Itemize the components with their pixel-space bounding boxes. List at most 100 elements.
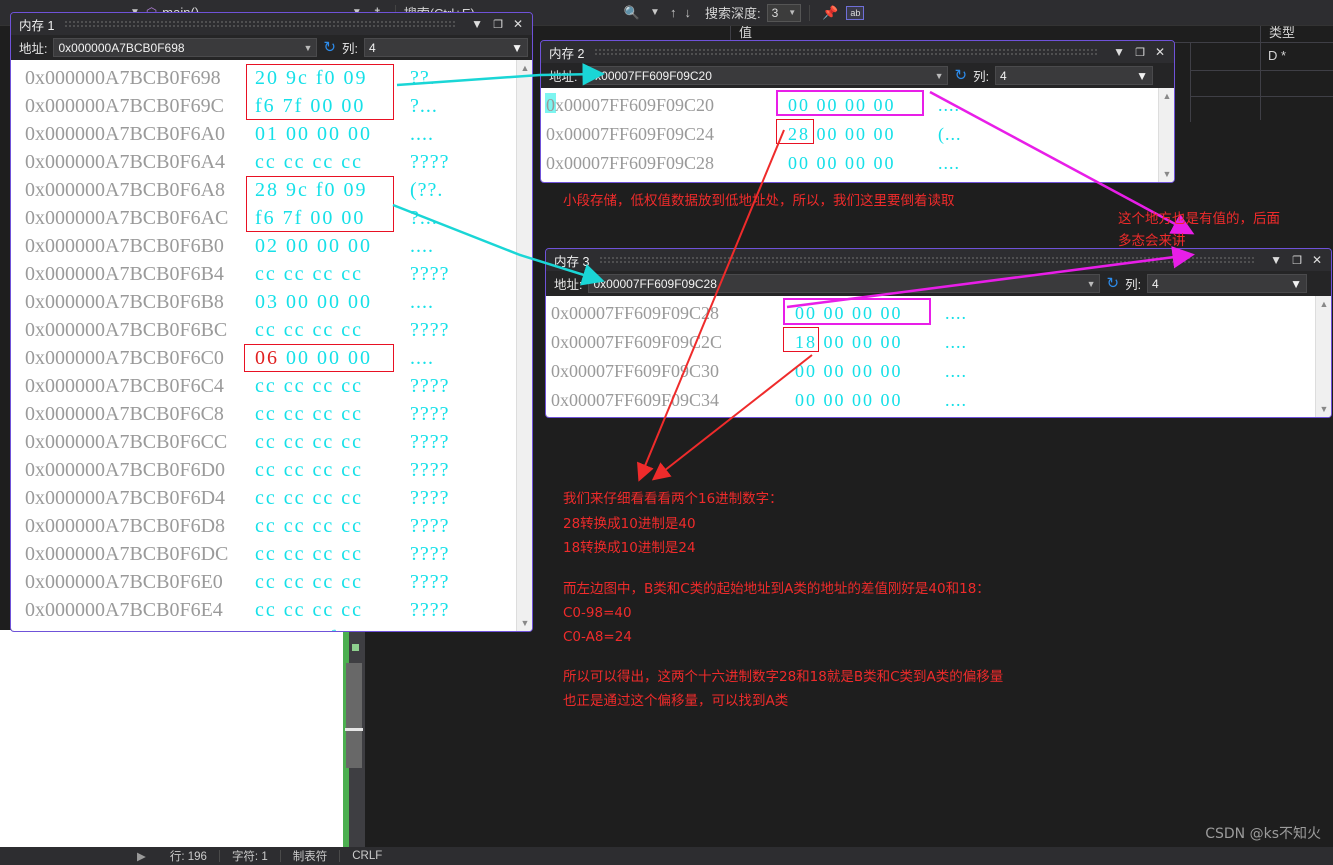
chevron-down-icon[interactable]: ▼ xyxy=(303,43,312,53)
memory-row[interactable]: 0x00007FF609F09C28 00 00 00 00.... xyxy=(546,149,962,178)
memory-row-hex[interactable]: cc cc cc cc xyxy=(255,428,410,456)
memory-row[interactable]: 0x000000A7BCB0F6B8 03 00 00 00.... xyxy=(25,288,450,316)
column-input-2[interactable]: 4 ▼ xyxy=(995,66,1154,85)
memory-row-hex[interactable]: 00 00 00 00 xyxy=(795,357,945,386)
arrow-down-icon[interactable]: ↓ xyxy=(680,5,695,20)
window-drag-grip[interactable] xyxy=(64,19,457,29)
memory-row-hex[interactable]: 03 00 00 00 xyxy=(255,288,410,316)
memory-2-scrollbar[interactable]: ▲ ▼ xyxy=(1158,88,1174,182)
memory-row-hex[interactable]: cc cc cc cc xyxy=(255,456,410,484)
memory-row-hex[interactable]: cc cc cc cc xyxy=(255,372,410,400)
arrow-up-icon[interactable]: ↑ xyxy=(666,5,681,20)
memory-row-hex[interactable]: f6 7f 00 00 xyxy=(255,204,410,232)
memory-row[interactable]: 0x000000A7BCB0F6E804 00 7f 0c?? xyxy=(25,624,450,631)
memory-window-3-body[interactable]: 0x00007FF609F09C28 00 00 00 00.... 0x00007… xyxy=(546,296,1331,417)
window-menu-icon[interactable]: ▼ xyxy=(1108,45,1130,59)
memory-row[interactable]: 0x00007FF609F09C28 00 00 00 00.... xyxy=(551,299,967,328)
memory-row-hex[interactable]: cc cc cc cc xyxy=(255,260,410,288)
memory-row-hex[interactable]: 04 00 7f 0c xyxy=(255,624,410,631)
column-input-1[interactable]: 4 ▼ xyxy=(363,38,528,57)
address-input-3[interactable]: 0x00007FF609F09C28 ▼ xyxy=(588,274,1101,293)
memory-row[interactable]: 0x00007FF609F09C3800 00 00 00 xyxy=(551,415,967,417)
memory-row[interactable]: 0x00007FF609F09C34 00 00 00 00.... xyxy=(551,386,967,415)
memory-row[interactable]: 0x000000A7BCB0F698 20 9c f0 09??. xyxy=(25,64,450,92)
scroll-up-arrow[interactable]: ▲ xyxy=(1316,296,1331,312)
memory-row[interactable]: 0x000000A7BCB0F6A4 cc cc cc cc???? xyxy=(25,148,450,176)
memory-row[interactable]: 0x000000A7BCB0F6BC cc cc cc cc???? xyxy=(25,316,450,344)
memory-row[interactable]: 0x000000A7BCB0F6A8 28 9c f0 09 (??. xyxy=(25,176,450,204)
memory-row[interactable]: 0x000000A7BCB0F6E0 cc cc cc cc???? xyxy=(25,568,450,596)
memory-row[interactable]: 0x000000A7BCB0F6D8 cc cc cc cc???? xyxy=(25,512,450,540)
memory-row-hex[interactable]: 00 00 00 00 xyxy=(795,415,945,417)
memory-row-hex[interactable]: cc cc cc cc xyxy=(255,484,410,512)
address-input-2[interactable]: 0x00007FF609F09C20 ▼ xyxy=(583,66,949,85)
memory-row[interactable]: 0x000000A7BCB0F6B0 02 00 00 00.... xyxy=(25,232,450,260)
window-drag-grip[interactable] xyxy=(594,47,1099,57)
memory-row-hex[interactable]: 00 00 00 00 xyxy=(788,149,938,178)
pin-icon[interactable]: 📌 xyxy=(818,5,842,21)
memory-window-2-body[interactable]: 0x00007FF609F09C20 00 00 00 00.... 0x00007… xyxy=(541,88,1174,182)
magnifier-icon[interactable]: 🔍 xyxy=(620,5,644,21)
editor-scrollbar[interactable]: ▼ xyxy=(343,630,365,865)
search-options-caret[interactable]: ▼ xyxy=(650,7,660,18)
scroll-up-arrow[interactable]: ▲ xyxy=(1159,88,1174,104)
chevron-down-icon[interactable]: ▼ xyxy=(511,41,523,55)
memory-row-hex[interactable]: 00 00 00 00 xyxy=(795,386,945,415)
memory-window-2-titlebar[interactable]: 内存 2 ▼ ❐ ✕ xyxy=(541,41,1174,63)
memory-row[interactable]: 0x000000A7BCB0F6D4 cc cc cc cc???? xyxy=(25,484,450,512)
memory-row[interactable]: 0x000000A7BCB0F6DC cc cc cc cc???? xyxy=(25,540,450,568)
memory-row[interactable]: 0x00007FF609F09C2C 18 00 00 00.... xyxy=(551,328,967,357)
memory-row[interactable]: 0x00007FF609F09C24 28 00 00 00 (... xyxy=(546,120,962,149)
chevron-down-icon[interactable]: ▼ xyxy=(1087,279,1096,289)
memory-row[interactable]: 0x000000A7BCB0F6CC cc cc cc cc???? xyxy=(25,428,450,456)
memory-row-hex[interactable]: 00 00 00 00 xyxy=(788,91,938,120)
memory-row-hex[interactable]: 28 9c f0 09 xyxy=(255,176,410,204)
maximize-icon[interactable]: ❐ xyxy=(1287,254,1307,267)
memory-row-hex[interactable]: 28 00 00 00 xyxy=(788,120,938,149)
memory-row-hex[interactable]: cc cc cc cc xyxy=(255,512,410,540)
refresh-icon[interactable]: ↻ xyxy=(323,40,336,55)
memory-window-3-titlebar[interactable]: 内存 3 ▼ ❐ ✕ xyxy=(546,249,1331,271)
maximize-icon[interactable]: ❐ xyxy=(1130,46,1150,59)
window-drag-grip[interactable] xyxy=(599,255,1256,265)
memory-row-hex[interactable]: cc cc cc cc xyxy=(255,400,410,428)
memory-row-hex[interactable]: cc cc cc cc xyxy=(255,568,410,596)
hex-display-toggle[interactable]: ab xyxy=(846,5,865,20)
window-menu-icon[interactable]: ▼ xyxy=(1265,253,1287,267)
memory-row[interactable]: 0x00007FF609F09C30 00 00 00 00.... xyxy=(551,357,967,386)
memory-row-hex[interactable]: 20 9c f0 09 xyxy=(255,64,410,92)
memory-window-1-titlebar[interactable]: 内存 1 ▼ ❐ ✕ xyxy=(11,13,532,35)
memory-row[interactable]: 0x000000A7BCB0F69C f6 7f 00 00?... xyxy=(25,92,450,120)
memory-row[interactable]: 0x000000A7BCB0F6A0 01 00 00 00.... xyxy=(25,120,450,148)
memory-row-hex[interactable]: 18 00 00 00 xyxy=(795,328,945,357)
close-icon[interactable]: ✕ xyxy=(1150,45,1170,59)
memory-row-hex[interactable]: cc cc cc cc xyxy=(255,148,410,176)
close-icon[interactable]: ✕ xyxy=(508,17,528,31)
editor-scroll-thumb[interactable] xyxy=(346,663,362,768)
memory-row[interactable]: 0x000000A7BCB0F6B4 cc cc cc cc???? xyxy=(25,260,450,288)
memory-row-hex[interactable]: 01 00 00 00 xyxy=(255,120,410,148)
memory-row-hex[interactable]: cc cc cc cc xyxy=(255,596,410,624)
column-input-3[interactable]: 4 ▼ xyxy=(1147,274,1308,293)
memory-row-hex[interactable]: cc cc cc cc xyxy=(255,540,410,568)
search-depth-select[interactable]: 3 ▼ xyxy=(766,3,802,22)
memory-window-1-body[interactable]: 0x000000A7BCB0F698 20 9c f0 09??. 0x000000… xyxy=(11,60,532,631)
memory-row-hex[interactable]: 00 00 00 00 xyxy=(795,299,945,328)
memory-window-2[interactable]: 内存 2 ▼ ❐ ✕ 地址: 0x00007FF609F09C20 ▼ ↻ 列:… xyxy=(540,40,1175,183)
chevron-down-icon[interactable]: ▼ xyxy=(935,71,944,81)
play-icon[interactable]: ▶ xyxy=(125,849,158,863)
scroll-down-arrow[interactable]: ▼ xyxy=(1316,401,1331,417)
chevron-down-icon[interactable]: ▼ xyxy=(1290,277,1302,291)
memory-row[interactable]: 0x000000A7BCB0F6D0 cc cc cc cc???? xyxy=(25,456,450,484)
window-menu-icon[interactable]: ▼ xyxy=(466,17,488,31)
memory-window-3[interactable]: 内存 3 ▼ ❐ ✕ 地址: 0x00007FF609F09C28 ▼ ↻ 列:… xyxy=(545,248,1332,418)
memory-row[interactable]: 0x000000A7BCB0F6E4 cc cc cc cc???? xyxy=(25,596,450,624)
memory-row[interactable]: 0x00007FF609F09C20 00 00 00 00.... xyxy=(546,91,962,120)
memory-1-scrollbar[interactable]: ▲ ▼ xyxy=(516,60,532,631)
memory-row[interactable]: 0x000000A7BCB0F6C8 cc cc cc cc???? xyxy=(25,400,450,428)
memory-row[interactable]: 0x000000A7BCB0F6AC f6 7f 00 00?... xyxy=(25,204,450,232)
memory-row[interactable]: 0x000000A7BCB0F6C4 cc cc cc cc???? xyxy=(25,372,450,400)
memory-3-scrollbar[interactable]: ▲ ▼ xyxy=(1315,296,1331,417)
memory-row-hex[interactable]: f6 7f 00 00 xyxy=(255,92,410,120)
chevron-down-icon[interactable]: ▼ xyxy=(1136,69,1148,83)
